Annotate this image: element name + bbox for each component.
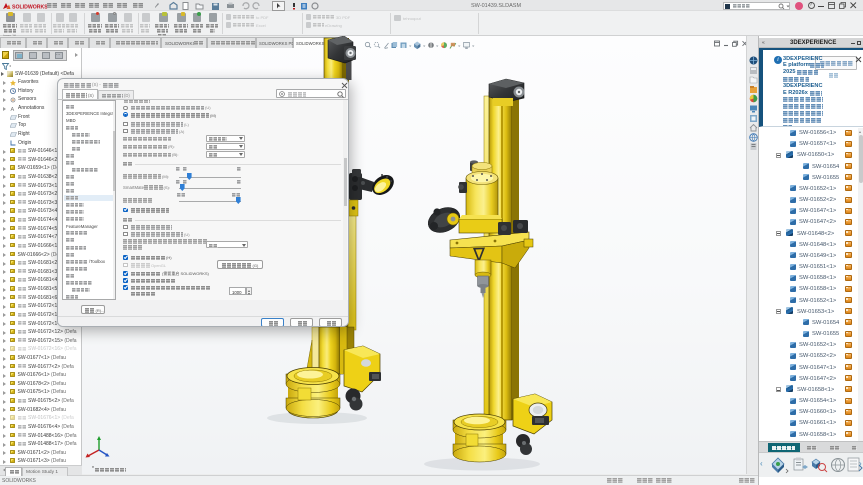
svg-text:A: A <box>11 107 15 112</box>
svg-text:SOLIDWORKS: SOLIDWORKS <box>12 4 48 10</box>
